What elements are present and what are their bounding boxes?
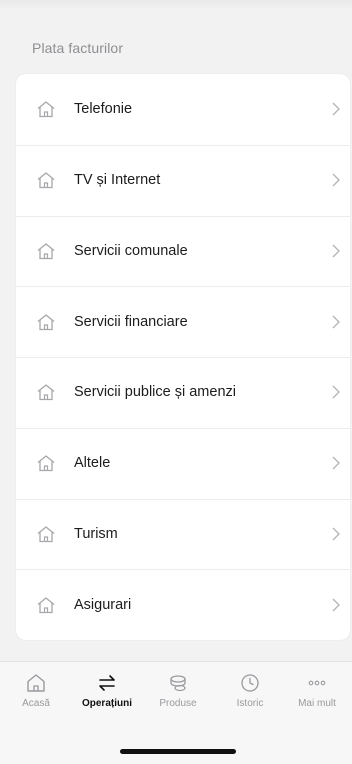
tab-label: Acasă [22,698,50,709]
house-icon [37,526,55,543]
home-icon [27,674,45,692]
list-item-label: Servicii financiare [74,313,188,330]
list-item-label: Servicii comunale [74,242,188,259]
tab-acasa[interactable]: Acasă [1,672,71,722]
tab-label: Operațiuni [81,698,132,709]
house-icon [37,596,55,613]
list-item-label: Turism [74,525,118,542]
house-icon [37,243,55,260]
tab-istoric[interactable]: Istoric [215,672,285,722]
chevron-right-icon [332,456,340,470]
list-item-servicii-financiare[interactable]: Servicii financiare [16,286,350,357]
top-fade [0,0,352,10]
house-icon [37,101,55,118]
tab-operatiuni[interactable]: Operațiuni [72,672,142,722]
home-indicator[interactable] [120,749,236,754]
more-dots-icon [308,680,326,686]
list-item-label: Servicii publice și amenzi [74,384,236,401]
list-item-label: TV și Internet [74,172,161,189]
list-item-turism[interactable]: Turism [16,498,350,570]
clock-icon [241,674,259,692]
tab-label: Mai mult [298,698,336,709]
list-item-servicii-comunale[interactable]: Servicii comunale [16,215,350,287]
coins-icon [170,675,186,692]
house-icon [37,384,55,401]
section-title: Plata facturilor [32,40,124,56]
house-icon [37,313,55,330]
list-item-altele[interactable]: Altele [16,427,350,499]
bill-payment-list: Telefonie TV și Internet Servicii comuna… [16,74,350,640]
chevron-right-icon [332,527,340,541]
tab-label: Istoric [236,698,264,709]
chevron-right-icon [332,385,340,399]
list-item-label: Altele [74,455,111,472]
tab-produse[interactable]: Produse [143,672,213,722]
chevron-right-icon [332,244,340,258]
chevron-right-icon [332,173,340,187]
list-item-asigurari[interactable]: Asigurari [16,569,350,640]
chevron-right-icon [332,102,340,116]
list-item-label: Telefonie [74,101,133,118]
tab-mai-mult[interactable]: Mai mult [282,672,352,722]
list-item-tv-internet[interactable]: TV și Internet [16,144,350,216]
transfer-arrows-icon [99,675,115,691]
list-item-telefonie[interactable]: Telefonie [16,74,350,145]
house-icon [37,455,55,472]
house-icon [37,172,55,189]
chevron-right-icon [332,598,340,612]
list-item-label: Asigurari [74,596,132,613]
tab-label: Produse [159,698,197,709]
chevron-right-icon [332,315,340,329]
list-item-servicii-publice[interactable]: Servicii publice și amenzi [16,357,350,428]
